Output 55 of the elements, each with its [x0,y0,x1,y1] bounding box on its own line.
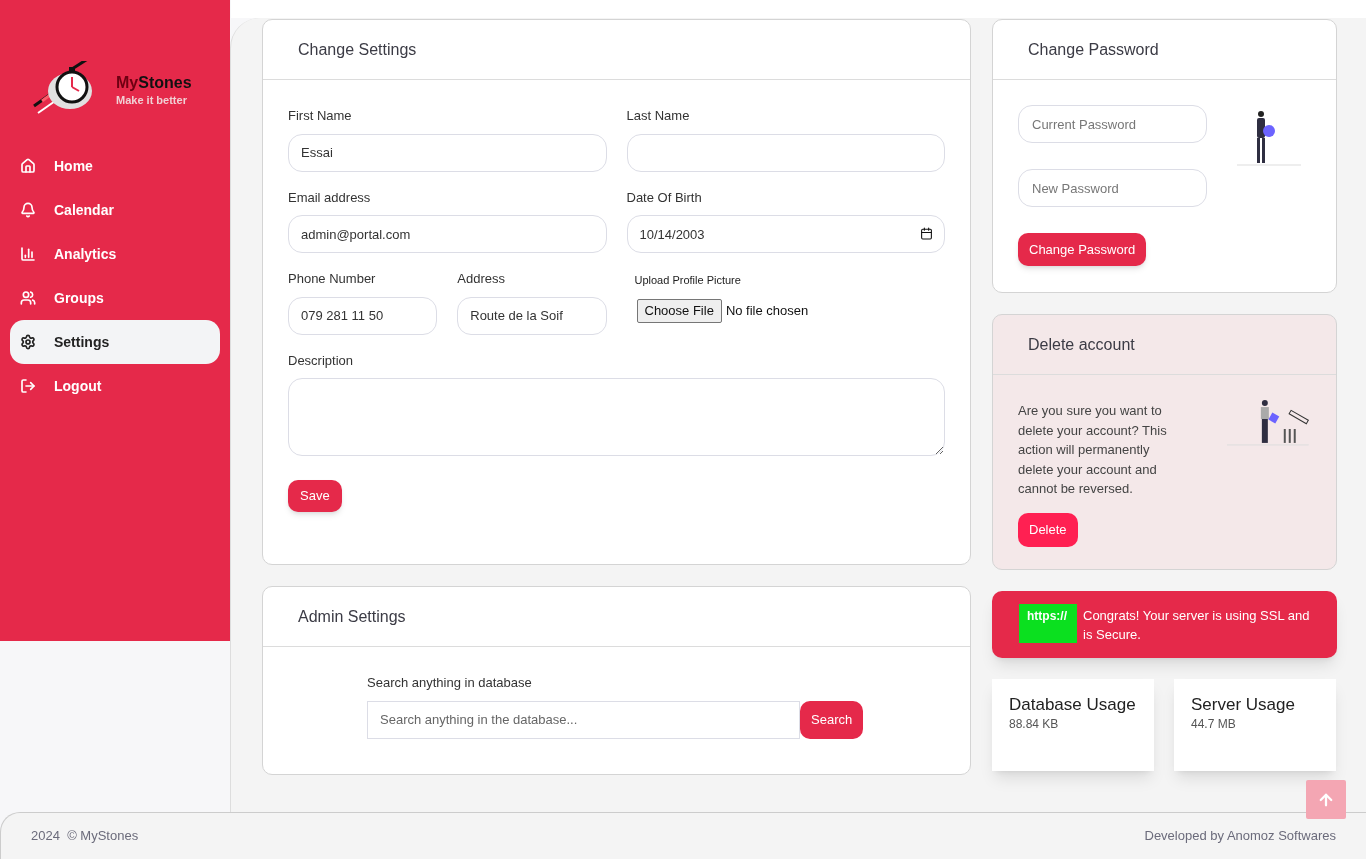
settings-icon [20,334,36,350]
choose-file-button[interactable]: Choose File [636,298,722,323]
last-name-field[interactable] [626,133,945,172]
field-label: Phone Number [288,270,377,288]
developer-credit: Developed by Anomoz Softwares [1144,827,1336,846]
https-badge: https:// [1019,604,1077,643]
field-label: First Name [288,107,353,125]
search-label: Search anything in database [367,674,533,692]
field-label: Date Of Birth [626,188,703,207]
first-name-field[interactable]: Essai [288,133,607,172]
bell-icon [20,202,36,218]
bar-chart-icon [20,246,36,262]
description-field[interactable] [288,378,945,456]
sidebar-item[interactable]: Groups [10,276,220,320]
ssl-message: Congrats! Your server is using SSL and is Secure. [1083,606,1311,644]
brand-name: MyStones [116,73,192,92]
card-title: Admin Settings [298,606,406,627]
logout-icon [20,378,36,394]
change-password-button[interactable]: Change Password [1018,233,1147,266]
sidebar-item[interactable]: Calendar [10,188,220,232]
card-title: Change Settings [298,39,417,60]
scroll-top-button[interactable] [1306,780,1346,819]
file-status: No file chosen [725,301,809,320]
new-password-field[interactable]: New Password [1018,169,1207,207]
sidebar-item[interactable]: Logout [10,364,220,408]
card-title: Change Password [1028,39,1159,60]
brand-tagline: Make it better [116,92,188,108]
usage-value: 88.84 KB [1009,716,1060,733]
date-field[interactable]: 10/14/2003 [626,215,945,253]
sidebar-item[interactable]: Home [10,144,220,188]
field-label: Description [288,351,355,370]
field-label: Upload Profile Picture [633,273,742,288]
delete-warning-text: Are you sure you want to delete your account? This action will permanently delete your account and cannot be reversed. [1018,402,1168,498]
phone-field[interactable]: 079 281 11 50 [288,296,438,335]
copyright-text: 2024 © MyStones [31,827,139,846]
calendar-icon[interactable] [920,227,933,240]
sidebar-item[interactable]: Settings [10,320,220,364]
address-field[interactable]: Route de la Soif [457,296,607,335]
sidebar-item[interactable]: Analytics [10,232,220,276]
usage-value: 44.7 MB [1191,716,1237,733]
usage-title: Server Usage [1191,695,1296,715]
current-password-field[interactable]: Current Password [1018,105,1207,143]
field-label: Email address [288,188,372,207]
field-label: Address [457,270,506,288]
search-field[interactable]: Search anything in the database... [367,700,800,739]
email-field[interactable]: admin@portal.com [288,215,607,253]
home-icon [20,158,36,174]
person-illustration-drawing [1237,111,1303,167]
delete-button[interactable]: Delete [1018,512,1078,547]
search-button[interactable]: Search [800,700,864,739]
field-label: Last Name [626,107,691,125]
users-icon [20,290,36,306]
card-title: Delete account [1028,334,1135,355]
save-button[interactable]: Save [288,480,342,512]
usage-title: Database Usage [1009,695,1137,715]
